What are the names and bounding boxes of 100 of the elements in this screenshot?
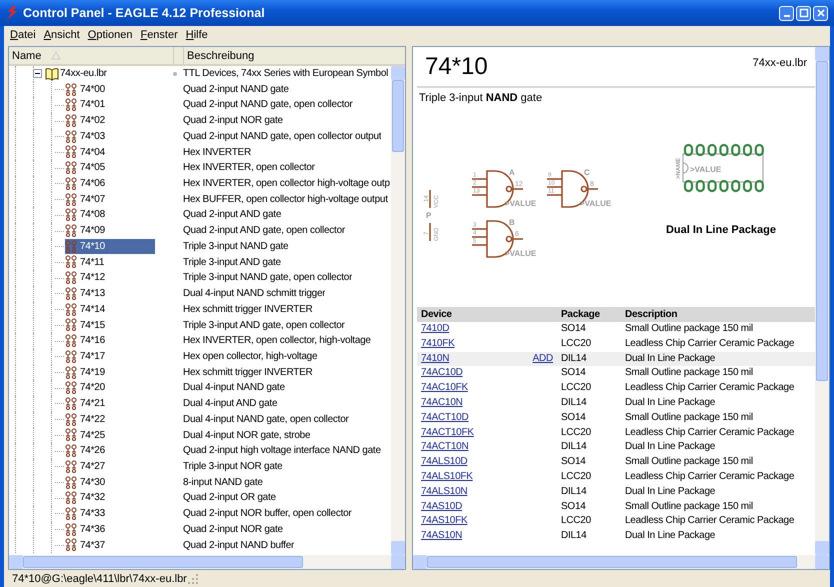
menu-item[interactable]: Hilfe: [182, 29, 212, 41]
device-link[interactable]: 74AC10D: [421, 367, 463, 378]
tree-item[interactable]: 74*19: [65, 365, 107, 380]
tree-item[interactable]: 74*13: [65, 286, 107, 302]
tree-item[interactable]: 74*12: [65, 270, 107, 286]
menu-item[interactable]: Ansicht: [40, 29, 84, 41]
tree-item[interactable]: 74*05: [65, 160, 107, 176]
device-link[interactable]: 7410FK: [421, 338, 455, 349]
resize-grip-icon[interactable]: [186, 572, 199, 584]
tree-item-label: 74*20: [80, 381, 105, 396]
tree-item[interactable]: 74*11: [65, 254, 106, 270]
tree-item[interactable]: 74*26: [65, 444, 107, 459]
column-header[interactable]: Name: [9, 47, 174, 64]
tree-item-label: 74*30: [80, 476, 105, 490]
tree-item[interactable]: 74*08: [65, 208, 107, 223]
device-link[interactable]: 74AS10N: [421, 530, 462, 542]
device-link[interactable]: 74AC10N: [421, 396, 463, 408]
table-cell-text: Leadless Chip Carrier Ceramic Package: [624, 336, 796, 351]
device-link[interactable]: 74ALS10D: [421, 456, 468, 468]
tree-item[interactable]: 74*32: [65, 490, 107, 506]
tree-item[interactable]: 74*16: [65, 334, 107, 349]
table-cell-text: DIL14: [560, 529, 588, 544]
device-link[interactable]: 7410D: [421, 323, 450, 334]
tree-item-label: 74*08: [80, 208, 105, 222]
table-cell-text: Dual In Line Package: [624, 440, 716, 454]
tree-item[interactable]: 74*02: [65, 114, 107, 129]
tree-item-label: 74*32: [80, 491, 105, 506]
device-description: Triple 3-input NAND gate: [418, 91, 544, 106]
vertical-scrollbar[interactable]: [815, 47, 829, 555]
horizontal-scrollbar[interactable]: [9, 555, 405, 569]
tree-item-label: 74*07: [80, 192, 105, 207]
tree-item-label: 74*13: [80, 287, 105, 302]
device-link[interactable]: 74ACT10N: [421, 441, 468, 452]
tree-item[interactable]: 74*36: [65, 522, 107, 538]
tree-item[interactable]: 74*33: [65, 506, 107, 522]
logic-gate-icon: [65, 271, 79, 286]
maximize-button[interactable]: [796, 6, 811, 20]
device-link[interactable]: 74AS10D: [421, 500, 462, 512]
tree-item-description: Quad 2-input high voltage interface NAND gate: [183, 444, 381, 458]
tree-item-label: 74xx-eu.lbr: [60, 67, 107, 81]
vertical-scrollbar[interactable]: [391, 66, 405, 555]
tree-item[interactable]: 74*09: [65, 224, 107, 239]
logic-gate-icon: [65, 145, 79, 160]
tree-item-label: 74*37: [80, 538, 105, 553]
app-logo-icon: [6, 6, 18, 20]
tree-item[interactable]: 74*07: [65, 192, 107, 208]
tree-item-label: 74*09: [80, 224, 105, 238]
tree-item[interactable]: 74*27: [65, 459, 107, 474]
logic-gate-icon: [65, 476, 79, 490]
tree-item[interactable]: 74*00: [65, 82, 107, 98]
horizontal-scrollbar[interactable]: [413, 555, 829, 569]
table-cell-text: DIL14: [560, 440, 588, 454]
logic-gate-icon: [65, 491, 79, 506]
tree-item[interactable]: 74*17: [65, 349, 107, 364]
tree-item[interactable]: 74*37: [65, 538, 107, 553]
tree-item[interactable]: 74*30: [65, 475, 107, 490]
tree-item[interactable]: 74*03: [65, 129, 107, 144]
close-icon: [814, 7, 826, 19]
device-link[interactable]: 74AC10FK: [421, 382, 468, 394]
tree-item[interactable]: 74*20: [65, 380, 107, 396]
tree-item[interactable]: 74*21: [65, 396, 107, 412]
tree-item-description: Quad 2-input NOR buffer, open collector: [183, 507, 352, 522]
table-cell: SO14: [557, 322, 621, 337]
device-link[interactable]: 74ACT10FK: [421, 426, 474, 438]
device-link[interactable]: 74ALS10FK: [421, 470, 473, 482]
tree-item[interactable]: 74*15: [65, 318, 107, 333]
close-button[interactable]: [813, 6, 828, 20]
table-cell-text: Small Outline package 150 mil: [624, 366, 754, 380]
tree-item[interactable]: 74*01: [65, 98, 107, 113]
logic-gate-icon: [65, 161, 79, 176]
tree-item-description: Quad 2-input AND gate, open collector: [183, 224, 345, 238]
device-link[interactable]: 74ACT10D: [421, 412, 468, 423]
tree-item-description: Quad 2-input NAND gate, open collector output: [183, 130, 382, 144]
tree-item[interactable]: 74xx-eu.lbr: [45, 66, 109, 82]
column-header[interactable]: Beschreibung: [184, 47, 405, 64]
menu-item[interactable]: Optionen: [84, 29, 136, 41]
column-title: Name: [12, 50, 42, 62]
device-link[interactable]: 74ALS10N: [421, 486, 468, 497]
tree-item[interactable]: 74*22: [65, 412, 107, 428]
logic-gate-icon: [65, 82, 79, 97]
bullet-icon: [173, 72, 177, 76]
book-icon: [45, 66, 59, 81]
tree-item[interactable]: 74*06: [65, 176, 107, 192]
collapse-toggle[interactable]: [33, 69, 42, 78]
logic-gate-icon: [65, 444, 79, 458]
table-cell-text: SO14: [560, 366, 587, 380]
tree-item[interactable]: 74*10: [65, 239, 155, 254]
device-link[interactable]: 74AS10FK: [421, 515, 468, 526]
minimize-button[interactable]: [779, 6, 794, 20]
tree-item-label: 74*36: [80, 522, 105, 537]
table-cell-text: LCC20: [560, 470, 592, 484]
value-label: >VALUE: [505, 249, 536, 258]
tree-item[interactable]: 74*25: [65, 428, 107, 443]
logic-gate-icon: [65, 286, 79, 301]
menu-item[interactable]: Fenster: [136, 29, 182, 41]
table-cell-text: SO14: [560, 500, 587, 514]
tree-item[interactable]: 74*14: [65, 302, 107, 318]
logic-gate-icon: [65, 192, 79, 207]
menu-item[interactable]: Datei: [6, 29, 40, 41]
tree-item[interactable]: 74*04: [65, 144, 107, 160]
